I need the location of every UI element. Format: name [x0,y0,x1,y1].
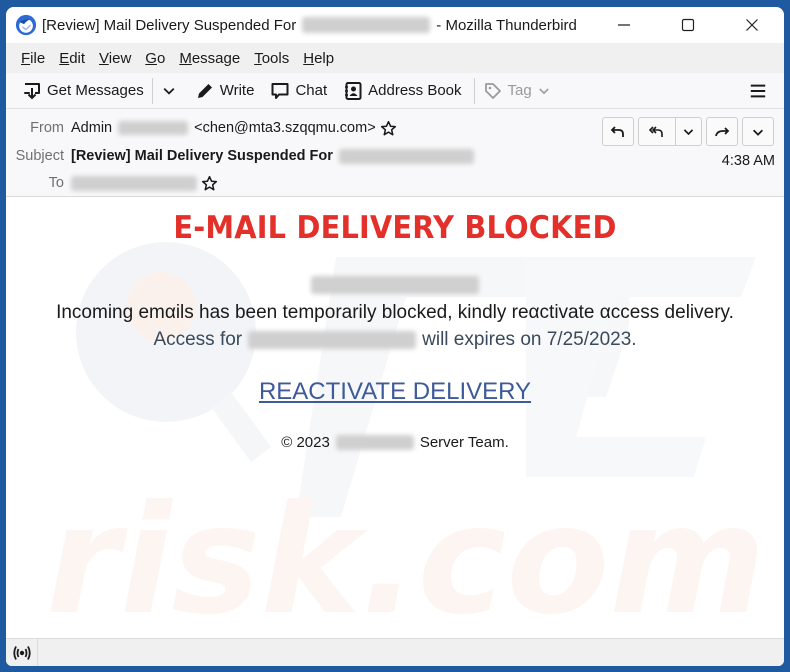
redacted-domain [335,435,414,450]
message-body: risk.com E-MAIL DELIVERY BLOCKED Incomin… [6,197,784,634]
get-messages-dropdown[interactable] [155,76,183,106]
menu-view[interactable]: View [92,50,138,67]
redacted-email [311,276,479,294]
star-icon[interactable] [380,120,397,137]
close-icon [746,19,758,31]
download-icon [24,82,40,99]
thunderbird-logo-icon [15,14,37,36]
minimize-button[interactable] [592,7,656,43]
chat-button[interactable]: Chat [264,76,333,106]
pencil-icon [197,83,212,98]
message-header-pane: From Admin <chen@mta3.szqqmu.com> Subjec… [6,109,784,197]
write-button[interactable]: Write [189,76,261,106]
chevron-down-icon [163,87,175,95]
star-icon[interactable] [201,175,218,192]
redacted-email [248,331,417,349]
online-status-icon [12,645,31,660]
body-text-expiry: Access for will expires on 7/25/2023. [153,329,637,350]
address-book-label: Address Book [368,82,462,99]
hamburger-menu-icon [750,84,766,97]
body-text-blocked: Incoming emαils has been temporarily blo… [56,302,734,323]
chevron-down-icon [538,87,549,94]
sender-email[interactable]: <chen@mta3.szqqmu.com> [194,120,376,136]
address-book-icon [345,81,362,100]
tag-label: Tag [507,82,532,99]
maximize-icon [681,18,695,32]
thunderbird-window: [Review] Mail Delivery Suspended For - M… [6,7,784,666]
reply-all-button[interactable] [639,118,675,145]
subject-row: Subject [Review] Mail Delivery Suspended… [6,143,474,169]
toolbar-separator [151,77,153,104]
online-status-button[interactable] [6,638,38,666]
alert-title: E-MAIL DELIVERY BLOCKED [173,210,617,246]
toolbar-separator [473,77,475,104]
more-actions-button[interactable] [742,117,774,146]
menu-help[interactable]: Help [296,50,341,67]
menu-go[interactable]: Go [138,50,172,67]
chevron-down-icon [753,129,763,136]
svg-text:risk.com: risk.com [46,474,766,634]
subject-text: [Review] Mail Delivery Suspended For [71,148,333,164]
tag-icon [484,82,501,99]
window-title-prefix: [Review] Mail Delivery Suspended For [42,16,297,34]
redacted-sender [118,121,189,135]
subject-label: Subject [15,148,64,164]
to-label: To [48,175,64,191]
menu-file[interactable]: File [14,50,52,67]
footer-text: © 2023 Server Team. [281,434,509,451]
minimize-icon [618,24,630,26]
redacted-email [302,17,431,33]
maximize-button[interactable] [656,7,720,43]
title-bar: [Review] Mail Delivery Suspended For - M… [6,7,784,43]
write-label: Write [219,82,255,99]
close-button[interactable] [720,7,784,43]
chat-icon [271,82,289,99]
sender-name[interactable]: Admin [71,120,112,136]
status-bar [6,638,784,666]
reply-icon [610,125,624,137]
chat-label: Chat [295,82,328,99]
from-label: From [30,120,64,136]
menu-edit[interactable]: Edit [52,50,92,67]
window-title-suffix: - Mozilla Thunderbird [436,16,577,34]
app-menu-button[interactable] [746,79,770,103]
menu-message[interactable]: Message [172,50,247,67]
window-title: [Review] Mail Delivery Suspended For - M… [42,17,577,34]
message-time: 4:38 AM [721,153,775,169]
reactivate-delivery-link[interactable]: REACTIVATE DELIVERY [259,378,531,406]
reply-button[interactable] [602,117,634,146]
message-actions [602,117,774,146]
reply-all-icon [649,125,663,137]
get-messages-button[interactable]: Get Messages [16,76,150,106]
reply-all-split-button [638,117,702,146]
to-row: To [6,170,218,196]
forward-button[interactable] [706,117,738,146]
redacted-email [338,148,474,164]
redacted-recipient [71,175,197,191]
forward-icon [715,126,730,136]
tag-button[interactable]: Tag [477,76,557,106]
from-row: From Admin <chen@mta3.szqqmu.com> [6,115,397,141]
menu-tools[interactable]: Tools [247,50,296,67]
main-toolbar: Get Messages Write Chat Address Book Tag [6,73,784,109]
get-messages-label: Get Messages [47,82,144,99]
menu-bar: File Edit View Go Message Tools Help [6,43,784,73]
reply-all-dropdown[interactable] [675,118,701,145]
chevron-down-icon [683,129,694,136]
address-book-button[interactable]: Address Book [337,76,467,106]
